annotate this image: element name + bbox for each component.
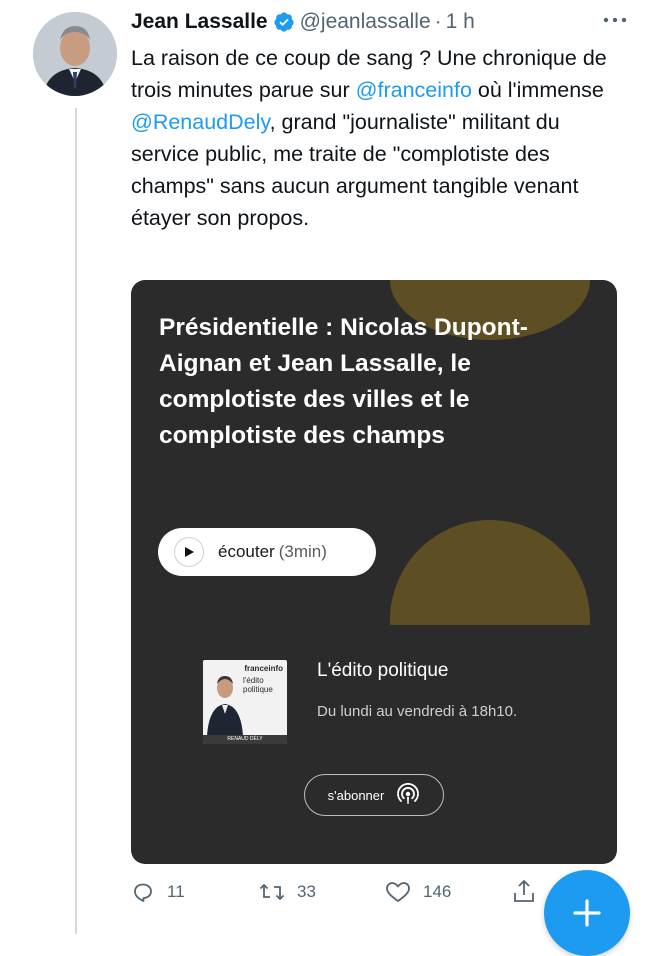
share-icon bbox=[514, 879, 534, 902]
reply-count: 11 bbox=[167, 882, 185, 901]
mention-franceinfo[interactable]: @franceinfo bbox=[356, 78, 472, 102]
mention-renauddely[interactable]: @RenaudDely bbox=[131, 110, 270, 134]
decorative-shape bbox=[390, 520, 590, 625]
tweet-time[interactable]: 1 h bbox=[446, 10, 475, 34]
avatar-photo bbox=[33, 12, 117, 96]
podcast-title: L'édito politique bbox=[317, 660, 449, 681]
more-options-icon[interactable] bbox=[600, 10, 630, 30]
embedded-media-card[interactable]: Présidentielle : Nicolas Dupont-Aignan e… bbox=[131, 280, 617, 864]
verified-badge-icon bbox=[273, 12, 294, 32]
retweet-button[interactable]: 33 bbox=[259, 872, 316, 912]
heart-icon bbox=[386, 882, 410, 902]
podcast-icon bbox=[397, 783, 420, 804]
subscribe-label: s'abonner bbox=[327, 787, 385, 803]
retweet-icon bbox=[259, 883, 285, 901]
card-title: Présidentielle : Nicolas Dupont-Aignan e… bbox=[159, 314, 528, 449]
compose-tweet-button[interactable] bbox=[544, 870, 630, 956]
like-button[interactable]: 146 bbox=[385, 872, 451, 912]
tweet-text: La raison de ce coup de sang ? Une chron… bbox=[131, 42, 631, 234]
share-button[interactable] bbox=[512, 872, 536, 912]
plus-icon bbox=[573, 899, 601, 927]
header-separator: · bbox=[434, 10, 442, 33]
reply-icon bbox=[134, 883, 152, 902]
podcast-schedule: Du lundi au vendredi à 18h10. bbox=[317, 703, 518, 720]
podcast-thumbnail[interactable]: franceinfo l'édito politique RENAUD DÉLY bbox=[203, 660, 287, 744]
tweet-text-part: où l'immense bbox=[471, 78, 604, 102]
like-count: 146 bbox=[423, 882, 452, 901]
subscribe-button[interactable]: s'abonner bbox=[304, 774, 444, 816]
listen-button[interactable]: écouter (3min) bbox=[158, 528, 376, 576]
play-icon bbox=[174, 537, 204, 567]
author-name[interactable]: Jean Lassalle bbox=[131, 10, 268, 34]
listen-label: écouter bbox=[218, 542, 275, 561]
thread-line bbox=[75, 108, 77, 934]
avatar[interactable] bbox=[33, 12, 117, 96]
listen-duration: (3min) bbox=[278, 542, 327, 561]
tweet-header: Jean Lassalle @jeanlassalle · 1 h bbox=[131, 7, 475, 37]
retweet-count: 33 bbox=[297, 882, 316, 901]
tweet-actions: 11 33 146 bbox=[131, 872, 541, 912]
author-handle[interactable]: @jeanlassalle bbox=[300, 10, 431, 34]
reply-button[interactable]: 11 bbox=[131, 872, 185, 912]
thumb-host-name: RENAUD DÉLY bbox=[203, 735, 287, 744]
host-photo bbox=[207, 676, 243, 736]
